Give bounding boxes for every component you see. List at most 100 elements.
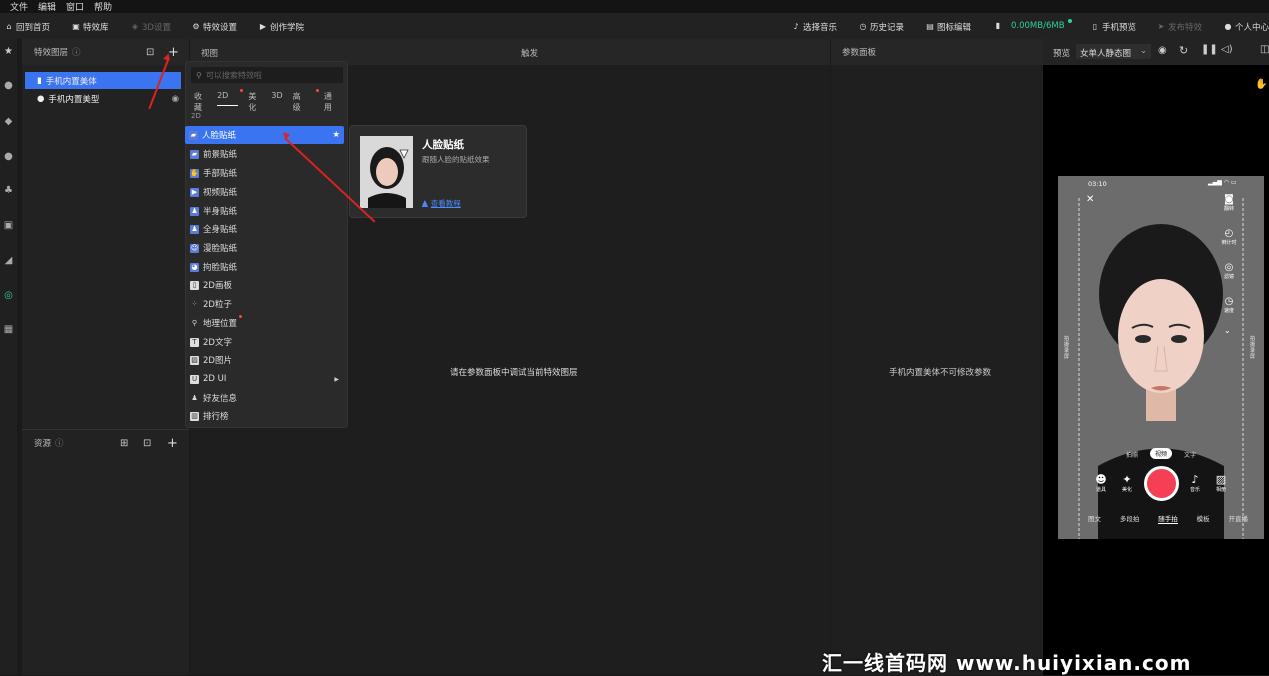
image-icon: ▨ bbox=[190, 355, 199, 365]
cube-icon: ◈ bbox=[131, 22, 139, 31]
target-icon[interactable]: ◎ bbox=[3, 290, 14, 301]
mode-video[interactable]: 视频 bbox=[1150, 448, 1173, 459]
left-sidebar: ★ ● ◆ ● ♣ ▣ ◢ ◎ ▦ bbox=[0, 39, 17, 675]
volume-icon[interactable]: ◁) bbox=[1221, 44, 1233, 55]
add-asset-button[interactable]: + bbox=[167, 436, 178, 451]
props-button[interactable]: ☻ 道具 bbox=[1092, 473, 1110, 493]
home-button[interactable]: ⌂ 回到首页 bbox=[5, 21, 50, 34]
close-icon[interactable]: ✕ bbox=[1086, 194, 1094, 205]
menu-item-video-sticker[interactable]: ▶ 视频贴纸 bbox=[186, 183, 347, 201]
chart-icon[interactable]: ▦ bbox=[3, 324, 14, 335]
eye-icon[interactable]: ◉ bbox=[172, 94, 179, 104]
menu-item-comic-face-sticker[interactable]: ☺ 漫脸贴纸 bbox=[186, 239, 347, 257]
icon-edit-button[interactable]: ▤ 图标编辑 bbox=[926, 21, 971, 34]
nav-item[interactable]: 开直播 bbox=[1229, 513, 1249, 524]
tab-general[interactable]: 通用 bbox=[324, 91, 337, 112]
library-button[interactable]: ▣ 特效库 bbox=[72, 21, 108, 34]
sparkle-icon: ✦ bbox=[1122, 473, 1132, 486]
add-folder-icon[interactable]: ⊡ bbox=[146, 47, 154, 58]
timer-icon: ◴ bbox=[1224, 228, 1234, 239]
menu-item-2d-canvas[interactable]: ▯ 2D画板 bbox=[186, 276, 347, 294]
mode-photo[interactable]: 拍照 bbox=[1126, 450, 1138, 459]
flip-button[interactable]: ◙ 翻转 bbox=[1218, 194, 1240, 212]
mode-text[interactable]: 文字 bbox=[1184, 450, 1196, 459]
search-input[interactable]: ⚲ 可以搜索特效啦 bbox=[191, 67, 343, 83]
academy-button[interactable]: ▶ 创作学院 bbox=[259, 21, 304, 34]
nav-item[interactable]: 图文 bbox=[1088, 513, 1101, 524]
tab-advanced[interactable]: 高级 bbox=[293, 89, 319, 112]
triangle-icon[interactable]: ◢ bbox=[3, 255, 14, 266]
assets-title: 资源 bbox=[34, 439, 52, 449]
send-icon: ➤ bbox=[1157, 22, 1165, 31]
phone-preview-button[interactable]: ▯ 手机预览 bbox=[1091, 21, 1136, 34]
layers-panel: 特效图层 ⓘ ⊡ + ▮ 手机内置美体 ● 手机内置美型 ◉ bbox=[22, 39, 189, 429]
video-sticker-icon: ▶ bbox=[190, 187, 199, 197]
camera-flip-icon: ◙ bbox=[1224, 194, 1234, 205]
filter-icon: ◎ bbox=[1224, 262, 1234, 273]
scene3d-button[interactable]: ◈ 3D设置 bbox=[131, 21, 171, 34]
timer-button[interactable]: ◴ 倒计时 bbox=[1218, 228, 1240, 246]
nav-item[interactable]: 多段拍 bbox=[1120, 513, 1140, 524]
menu-item-pet-face-sticker[interactable]: ◕ 拘脸贴纸 bbox=[186, 258, 347, 276]
camera-icon[interactable]: ◉ bbox=[1158, 45, 1167, 56]
star-icon[interactable]: ★ bbox=[3, 46, 14, 57]
layer-icon[interactable]: ▣ bbox=[3, 220, 14, 231]
phone-preview: 03:10 ▂▄▆ ◠ ▭ ✕ ◙ 翻转 ◴ 倒计时 ◎ 滤镜 ◷ 速度 ⌄ 拍摄录屏 … bbox=[1058, 176, 1264, 539]
user-center-button[interactable]: ● 个人中心 bbox=[1224, 21, 1269, 34]
tutorial-link[interactable]: ▲ 查看教程 bbox=[422, 198, 461, 209]
publish-button[interactable]: ➤ 发布特效 bbox=[1157, 21, 1202, 34]
menu-item-2d-image[interactable]: ▨ 2D图片 bbox=[186, 351, 347, 369]
group-icon[interactable]: ♣ bbox=[3, 185, 14, 196]
menu-item-half-body-sticker[interactable]: ♟ 半身贴纸 bbox=[186, 202, 347, 220]
face-icon[interactable]: ● bbox=[3, 80, 14, 91]
star-icon[interactable]: ★ bbox=[332, 130, 340, 140]
view-message: 请在参数面板中调试当前特效图层 bbox=[450, 368, 578, 378]
tab-beauty[interactable]: 美化 bbox=[248, 91, 261, 112]
tab-2d[interactable]: 2D bbox=[217, 89, 244, 106]
history-button[interactable]: ◷ 历史记录 bbox=[859, 21, 905, 34]
menu-item-full-body-sticker[interactable]: ♟ 全身贴纸 bbox=[186, 220, 347, 238]
filter-button[interactable]: ◎ 滤镜 bbox=[1218, 262, 1240, 280]
menu-item-friend-info[interactable]: ♟ 好友信息 bbox=[186, 389, 347, 407]
sticker-icon[interactable]: ◆ bbox=[3, 116, 14, 127]
tab-3d[interactable]: 3D bbox=[271, 91, 282, 103]
menu-item-face-sticker[interactable]: ▰ 人脸贴纸 ★ bbox=[185, 126, 344, 144]
menu-item-leaderboard[interactable]: ▥ 排行榜 bbox=[186, 407, 347, 425]
params-panel: 参数面板 手机内置美体不可修改参数 bbox=[831, 39, 1043, 675]
menu-help[interactable]: 帮助 bbox=[94, 0, 112, 13]
storage-indicator: ▮ 0.00MB/6MB bbox=[995, 21, 1065, 31]
add-folder-icon[interactable]: ⊡ bbox=[143, 438, 151, 449]
music-button[interactable]: ♪ 音乐 bbox=[1186, 473, 1204, 493]
beauty-button[interactable]: ✦ 美化 bbox=[1118, 473, 1136, 493]
album-button[interactable]: ▨ 相册 bbox=[1212, 473, 1230, 493]
chevron-down-icon[interactable]: ⌄ bbox=[1224, 326, 1231, 335]
tab-trigger[interactable]: 触发 bbox=[521, 47, 538, 59]
tab-favorites[interactable]: 收藏 bbox=[194, 91, 207, 112]
layer-item[interactable]: ● 手机内置美型 ◉ bbox=[25, 90, 181, 107]
nav-item[interactable]: 模板 bbox=[1197, 513, 1210, 524]
hand-icon[interactable]: ✋ bbox=[1255, 79, 1267, 90]
tab-view[interactable]: 视图 bbox=[201, 47, 218, 59]
menu-item-foreground-sticker[interactable]: ▰ 前景贴纸 bbox=[186, 145, 347, 163]
menu-item-2d-text[interactable]: T 2D文字 bbox=[186, 333, 347, 351]
menu-item-2d-ui[interactable]: U 2D UI ▶ bbox=[186, 370, 347, 388]
speed-button[interactable]: ◷ 速度 bbox=[1218, 296, 1240, 314]
layout-icon[interactable]: ◫ bbox=[1260, 44, 1269, 55]
preview-select[interactable]: 女单人静态图 ⌄ bbox=[1076, 44, 1151, 59]
half-body-icon: ♟ bbox=[190, 206, 199, 216]
import-file-icon[interactable]: ⊞ bbox=[120, 438, 128, 449]
menu-edit[interactable]: 编辑 bbox=[38, 0, 56, 13]
menu-file[interactable]: 文件 bbox=[10, 0, 28, 13]
menu-item-2d-particle[interactable]: ⁘ 2D粒子 bbox=[186, 295, 347, 313]
music-button[interactable]: ♪ 选择音乐 bbox=[792, 21, 837, 34]
pause-icon[interactable]: ❚❚ bbox=[1201, 44, 1218, 55]
head-icon[interactable]: ● bbox=[3, 151, 14, 162]
menu-item-location[interactable]: ⚲ 地理位置 bbox=[186, 314, 347, 332]
home-icon: ⌂ bbox=[6, 22, 12, 31]
record-button[interactable] bbox=[1144, 466, 1179, 501]
music-icon: ♪ bbox=[793, 22, 799, 31]
refresh-icon[interactable]: ↻ bbox=[1179, 44, 1188, 57]
settings-button[interactable]: ⚙ 特效设置 bbox=[192, 21, 237, 34]
nav-item[interactable]: 随手拍 bbox=[1158, 513, 1178, 524]
menu-window[interactable]: 窗口 bbox=[66, 0, 84, 13]
